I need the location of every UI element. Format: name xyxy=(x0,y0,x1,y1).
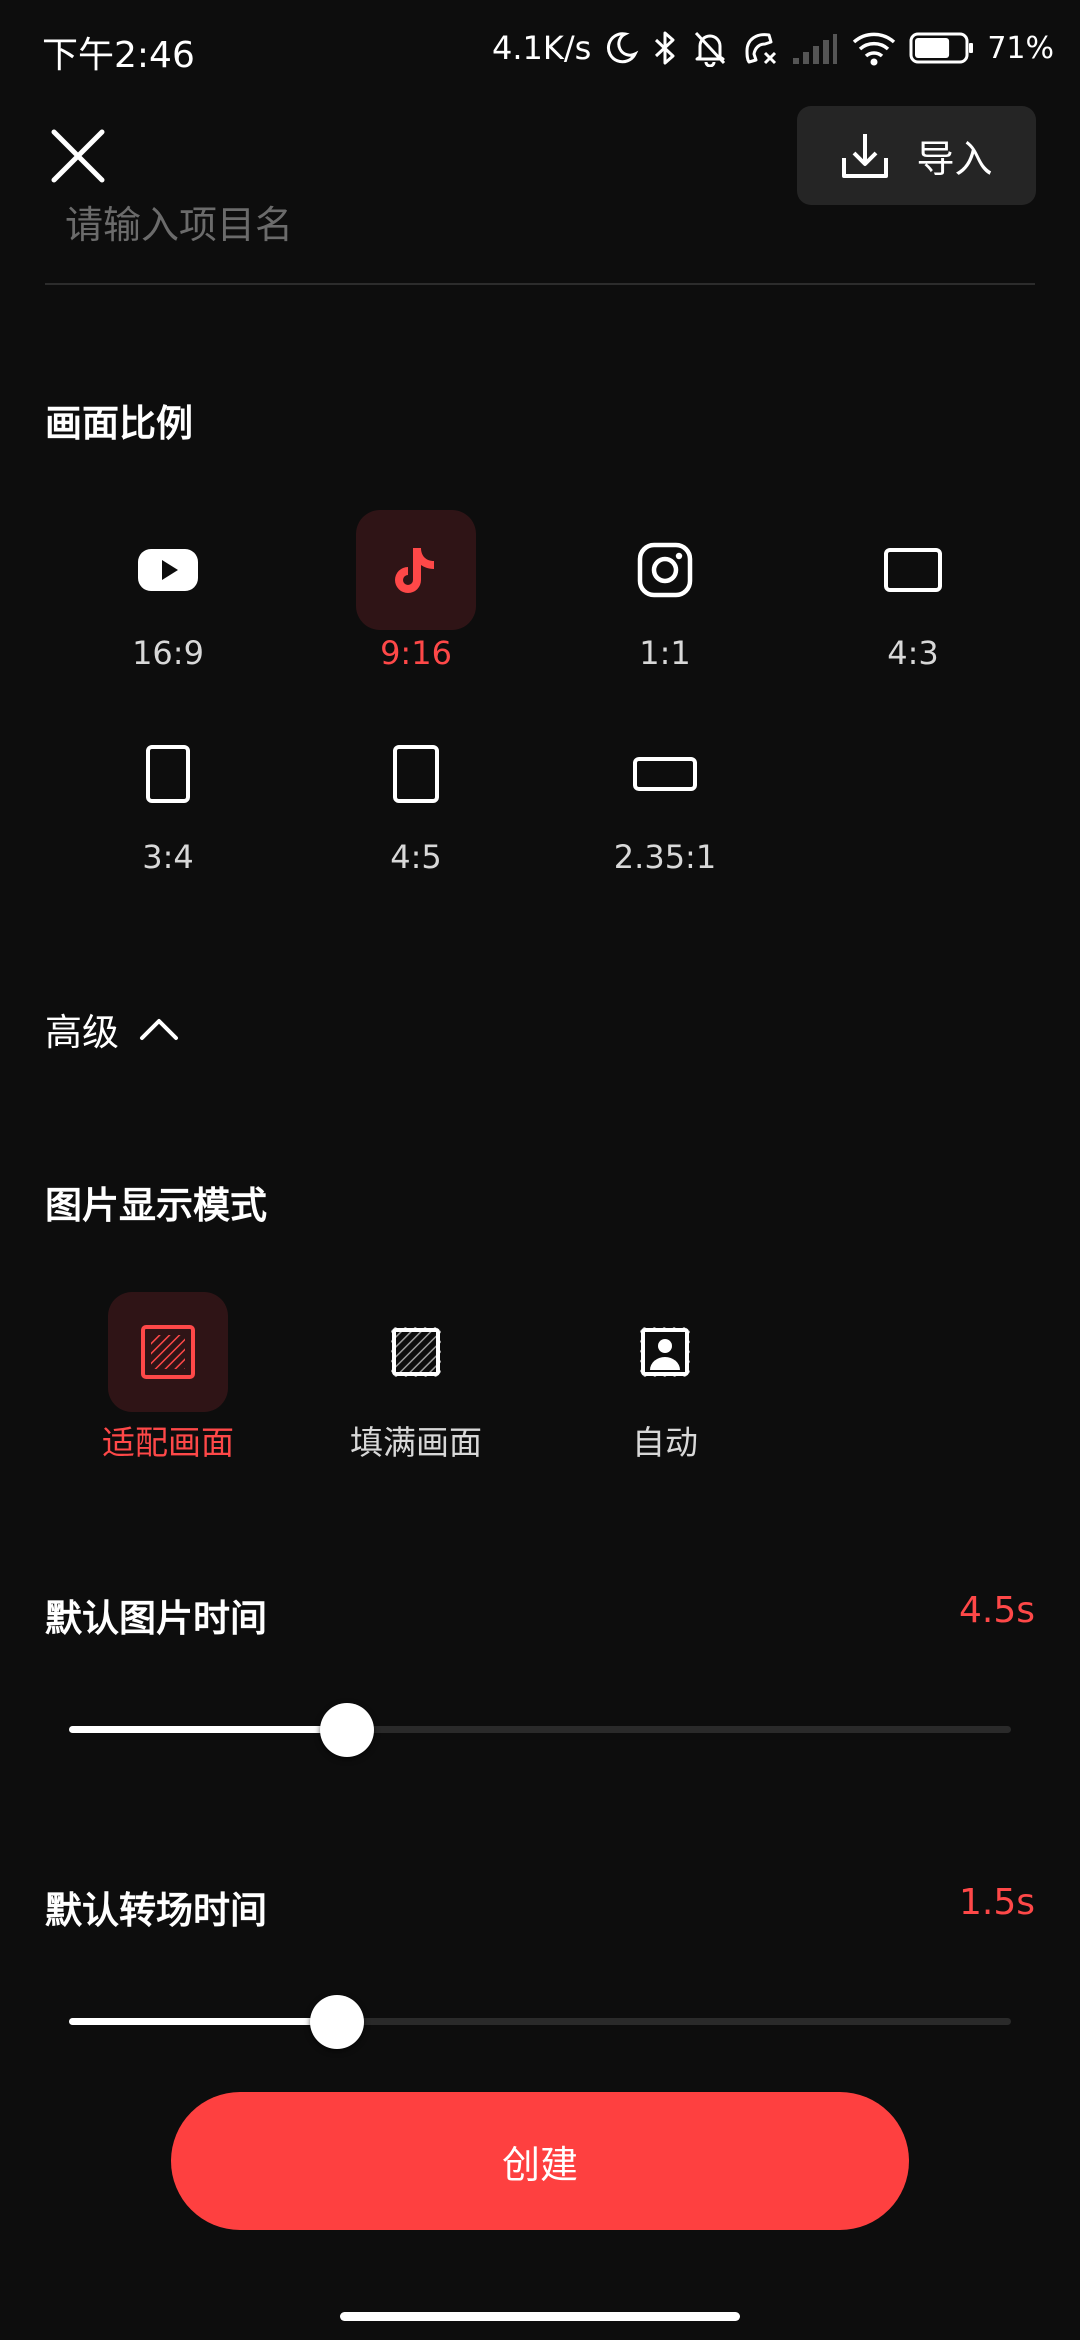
project-name-field xyxy=(45,195,1035,285)
mode-label: 填满画面 xyxy=(350,1423,482,1462)
ratio-label: 3:4 xyxy=(142,838,194,876)
ratio-label: 4:3 xyxy=(887,634,939,672)
import-button[interactable]: 导入 xyxy=(797,106,1036,205)
ratio-label: 2.35:1 xyxy=(613,838,717,876)
bell-muted-icon xyxy=(695,31,726,67)
instagram-icon xyxy=(637,542,693,598)
slider-thumb[interactable] xyxy=(320,1703,374,1757)
ratio-option-3-4[interactable]: 3:4 xyxy=(98,714,238,894)
project-name-input[interactable] xyxy=(65,195,965,265)
close-button[interactable] xyxy=(48,126,108,186)
image-duration-value: 4.5s xyxy=(958,1590,1035,1631)
status-icons: 4.1K/s 71% xyxy=(492,24,1054,72)
tiktok-icon xyxy=(395,548,434,593)
mode-label: 自动 xyxy=(632,1423,698,1462)
transition-duration-title: 默认转场时间 xyxy=(45,1889,267,1932)
mode-option-fill[interactable]: 填满画面 xyxy=(296,1292,536,1472)
ratio-option-1-1[interactable]: 1:1 xyxy=(595,510,735,690)
fit-frame-icon xyxy=(141,1325,195,1379)
advanced-toggle[interactable]: 高级 xyxy=(45,1004,179,1054)
bluetooth-icon xyxy=(655,31,675,65)
create-label: 创建 xyxy=(501,2142,578,2187)
image-duration-title: 默认图片时间 xyxy=(45,1597,267,1640)
mode-icon-box xyxy=(108,1292,228,1412)
battery-icon xyxy=(909,32,974,64)
mode-option-fit[interactable]: 适配画面 xyxy=(48,1292,288,1472)
fill-frame-icon xyxy=(391,1327,441,1377)
advanced-label: 高级 xyxy=(45,1011,119,1054)
chevron-up-icon xyxy=(140,1019,178,1040)
ratio-label: 16:9 xyxy=(132,634,204,672)
moon-icon xyxy=(607,32,639,64)
aspect-ratio-title: 画面比例 xyxy=(45,402,193,445)
ratio-icon-box xyxy=(108,510,228,630)
ratio-option-9-16[interactable]: 9:16 xyxy=(346,510,486,690)
transition-duration-slider[interactable] xyxy=(69,1991,1011,2051)
portrait-rect-icon xyxy=(146,745,190,803)
slider-fill xyxy=(69,1726,347,1733)
close-icon xyxy=(51,129,105,183)
mode-option-auto[interactable]: 自动 xyxy=(545,1292,785,1472)
ratio-option-2-35-1[interactable]: 2.35:1 xyxy=(595,714,735,894)
transition-duration-value: 1.5s xyxy=(958,1882,1035,1923)
network-speed: 4.1K/s xyxy=(491,29,592,67)
call-blocked-icon xyxy=(745,33,777,65)
status-bar: 下午2:46 4.1K/s 71% xyxy=(0,0,1080,100)
ratio-option-16-9[interactable]: 16:9 xyxy=(98,510,238,690)
home-indicator[interactable] xyxy=(340,2312,740,2321)
create-button[interactable]: 创建 xyxy=(171,2092,909,2230)
auto-portrait-icon xyxy=(640,1327,690,1377)
import-label: 导入 xyxy=(916,137,993,181)
slider-fill xyxy=(69,2018,337,2025)
ratio-option-4-5[interactable]: 4:5 xyxy=(346,714,486,894)
slider-thumb[interactable] xyxy=(310,1995,364,2049)
wifi-icon xyxy=(853,32,896,66)
ratio-icon-box xyxy=(108,714,228,834)
ratio-icon-box xyxy=(356,510,476,630)
ratio-label: 1:1 xyxy=(639,634,691,672)
ratio-icon-box xyxy=(356,714,476,834)
download-icon xyxy=(842,133,889,178)
mode-label: 适配画面 xyxy=(102,1423,234,1462)
signal-icon xyxy=(793,34,838,64)
image-mode-title: 图片显示模式 xyxy=(45,1184,267,1227)
ratio-option-4-3[interactable]: 4:3 xyxy=(843,510,983,690)
ratio-label: 4:5 xyxy=(390,838,442,876)
ratio-icon-box xyxy=(605,510,725,630)
status-time: 下午2:46 xyxy=(42,35,195,76)
wide-rect-icon xyxy=(633,757,697,791)
landscape-rect-icon xyxy=(884,548,942,592)
ratio-label: 9:16 xyxy=(380,634,452,672)
portrait-rect-icon xyxy=(393,745,439,803)
mode-icon-box xyxy=(605,1292,725,1412)
image-duration-slider[interactable] xyxy=(69,1699,1011,1759)
ratio-icon-box xyxy=(853,510,973,630)
create-project-screen: 下午2:46 4.1K/s 71% 导入 请输入项目名 画面比例 16:9 9:… xyxy=(0,0,1080,2340)
youtube-icon xyxy=(138,549,198,591)
battery-percent: 71% xyxy=(987,30,1054,66)
ratio-icon-box xyxy=(605,714,725,834)
mode-icon-box xyxy=(356,1292,476,1412)
